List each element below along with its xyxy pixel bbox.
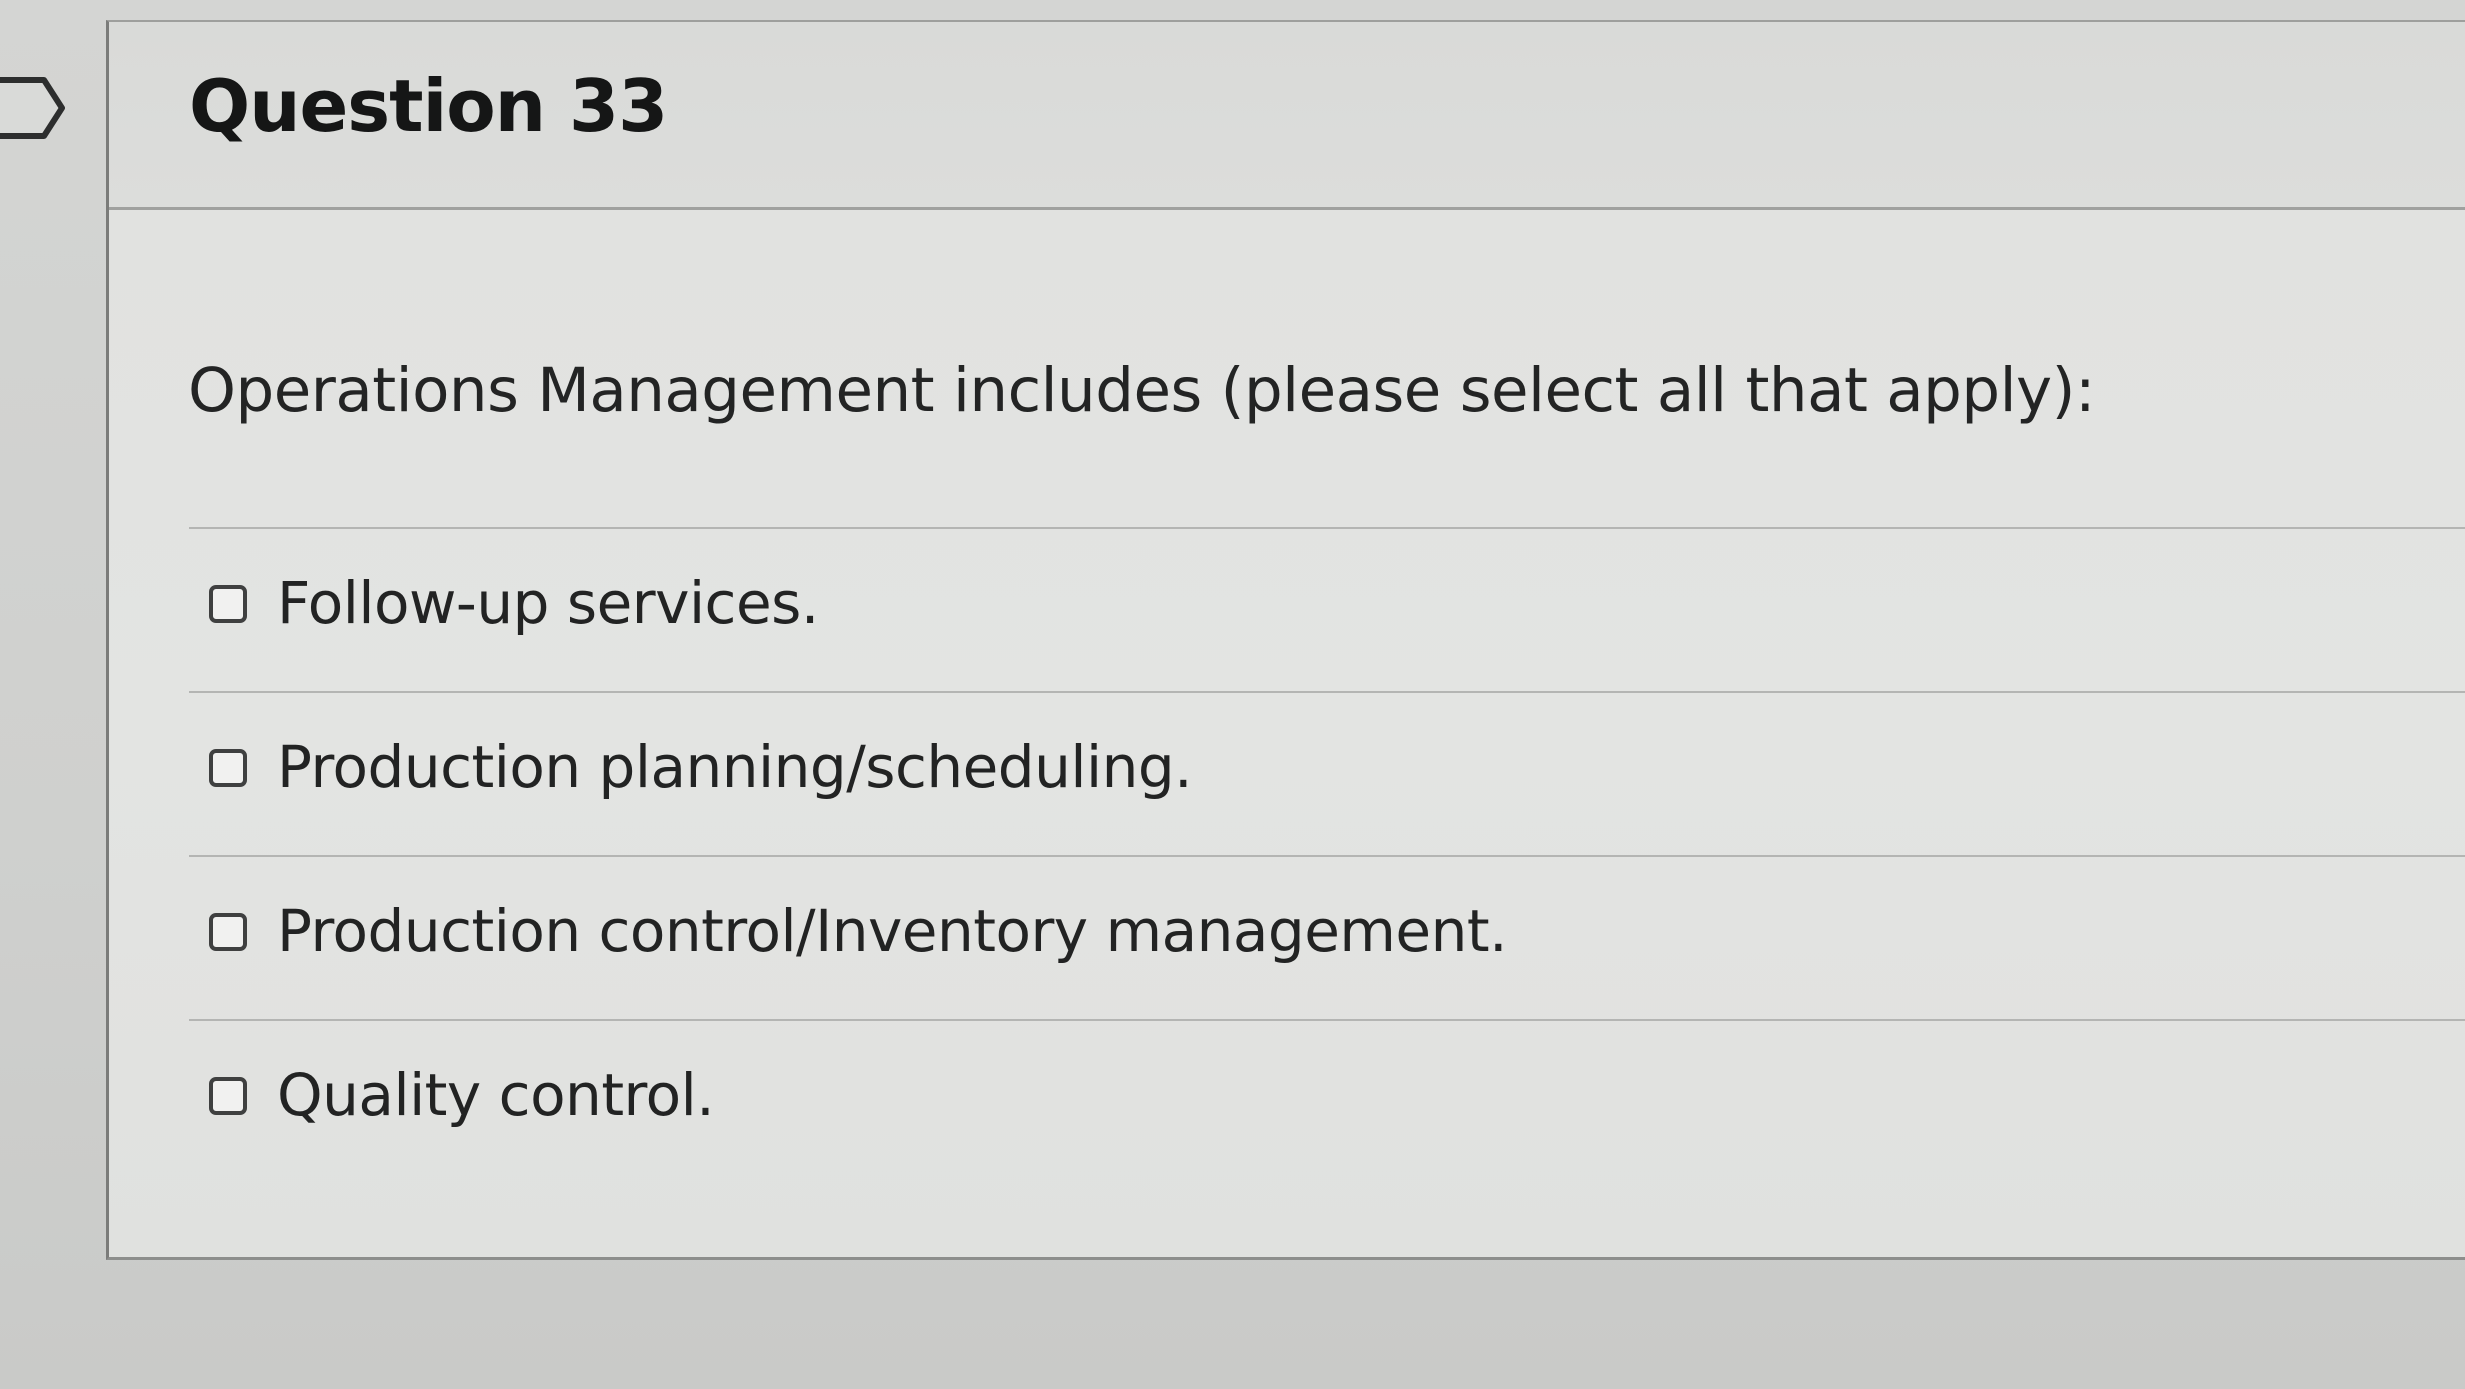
answer-label: Production control/Inventory management.: [277, 897, 1508, 965]
question-card: Question 33 Operations Management includ…: [106, 20, 2465, 1260]
answer-checkbox[interactable]: [209, 585, 247, 623]
answer-option-quality-control[interactable]: Quality control.: [189, 1021, 2465, 1183]
answer-option-production-planning[interactable]: Production planning/scheduling.: [189, 693, 2465, 857]
answer-label: Quality control.: [277, 1061, 715, 1129]
answer-label: Follow-up services.: [277, 569, 819, 637]
question-body: Operations Management includes (please s…: [109, 210, 2465, 1257]
question-header: Question 33: [109, 22, 2465, 210]
answer-label: Production planning/scheduling.: [277, 733, 1193, 801]
question-title: Question 33: [189, 64, 668, 148]
answer-option-follow-up-services[interactable]: Follow-up services.: [189, 529, 2465, 693]
answer-option-production-control[interactable]: Production control/Inventory management.: [189, 857, 2465, 1021]
flag-question-icon[interactable]: [0, 72, 68, 144]
answer-checkbox[interactable]: [209, 749, 247, 787]
answer-checkbox[interactable]: [209, 1077, 247, 1115]
answer-checkbox[interactable]: [209, 913, 247, 951]
question-prompt: Operations Management includes (please s…: [188, 355, 2096, 426]
answer-list: Follow-up services. Production planning/…: [189, 527, 2465, 1183]
